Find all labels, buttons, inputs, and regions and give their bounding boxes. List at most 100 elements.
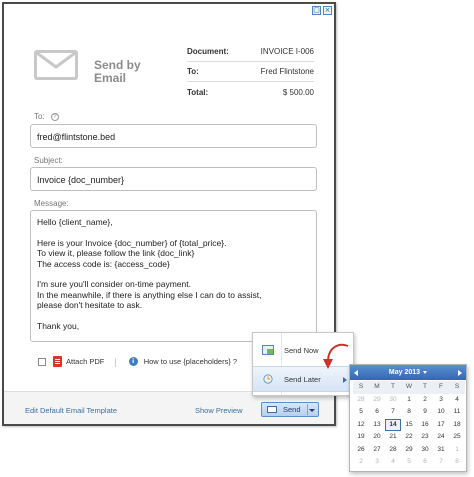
calendar-day[interactable]: 21 — [385, 431, 401, 444]
document-summary: Document: INVOICE I-006 To: Fred Flintst… — [187, 42, 314, 102]
calendar-day[interactable]: 29 — [401, 444, 417, 457]
message-body: Here is your Invoice {doc_number} of {to… — [37, 237, 227, 269]
subject-field[interactable]: Invoice {doc_number} — [30, 167, 317, 191]
calendar-day[interactable]: 4 — [385, 456, 401, 469]
calendar-header: May 2013 — [350, 365, 466, 380]
attach-pdf-label[interactable]: Attach PDF — [66, 357, 104, 366]
envelope-icon — [34, 50, 78, 80]
send-button[interactable]: Send — [261, 402, 319, 417]
weekday-header: F — [433, 381, 449, 394]
calendar-day[interactable]: 28 — [385, 444, 401, 457]
doc-key: Document: — [187, 47, 229, 56]
calendar-day[interactable]: 2 — [417, 394, 433, 407]
close-icon[interactable]: × — [323, 6, 332, 15]
message-field[interactable]: Hello {client_name}, Here is your Invoic… — [30, 210, 317, 342]
separator: | — [114, 356, 117, 367]
calendar-day[interactable]: 3 — [369, 456, 385, 469]
calendar-day[interactable]: 30 — [417, 444, 433, 457]
message-closing: I'm sure you'll consider on-time payment… — [37, 279, 262, 310]
calendar-day[interactable]: 1 — [401, 394, 417, 407]
calendar-day[interactable]: 26 — [353, 444, 369, 457]
calendar-day[interactable]: 5 — [353, 406, 369, 419]
to-label-text: To: — [34, 112, 45, 121]
next-month-icon[interactable] — [457, 369, 462, 376]
calendar-day[interactable]: 15 — [401, 419, 417, 432]
calendar-day[interactable]: 20 — [369, 431, 385, 444]
calendar-grid: S M T W T F S 28 29 30 1 2 3 4 5 6 7 8 9 10 11 12 13 14 15 16 17 18… — [350, 380, 466, 469]
doc-key: To: — [187, 67, 199, 76]
calendar-day[interactable]: 6 — [417, 456, 433, 469]
window-controls: ▢ × — [312, 6, 332, 15]
doc-value: INVOICE I-006 — [260, 47, 314, 56]
options-row: Attach PDF | i How to use {placeholders}… — [38, 356, 237, 367]
calendar-day[interactable]: 22 — [401, 431, 417, 444]
calendar-day[interactable]: 17 — [433, 419, 449, 432]
calendar-day[interactable]: 4 — [449, 394, 465, 407]
calendar-day[interactable]: 1 — [449, 444, 465, 457]
weekday-header: T — [385, 381, 401, 394]
calendar-day[interactable]: 8 — [449, 456, 465, 469]
pdf-icon — [53, 356, 62, 367]
calendar-day[interactable]: 11 — [449, 406, 465, 419]
calendar-day[interactable]: 28 — [353, 394, 369, 407]
month-label: May 2013 — [388, 369, 421, 376]
doc-row-total: Total: $ 500.00 — [187, 82, 314, 102]
month-selector[interactable]: May 2013 — [388, 369, 428, 376]
calendar-day[interactable]: 23 — [417, 431, 433, 444]
show-preview-link[interactable]: Show Preview — [195, 406, 243, 415]
calendar-day[interactable]: 16 — [417, 419, 433, 432]
message-greeting: Hello {client_name}, — [37, 217, 113, 227]
weekday-header: T — [417, 381, 433, 394]
calendar-day[interactable]: 8 — [401, 406, 417, 419]
calendar-day[interactable]: 7 — [433, 456, 449, 469]
message-label: Message: — [34, 199, 69, 208]
weekday-header: S — [449, 381, 465, 394]
doc-row-to: To: Fred Flintstone — [187, 62, 314, 82]
calendar-day[interactable]: 30 — [385, 394, 401, 407]
info-icon: i — [128, 357, 138, 366]
calendar-day[interactable]: 5 — [401, 456, 417, 469]
chevron-down-icon — [423, 370, 428, 374]
calendar-day[interactable]: 6 — [369, 406, 385, 419]
calendar-day[interactable]: 14 — [385, 418, 401, 431]
calendar-day[interactable]: 27 — [369, 444, 385, 457]
message-signoff: Thank you, — [37, 320, 80, 331]
calendar-day[interactable]: 31 — [433, 444, 449, 457]
clock-icon — [263, 374, 273, 384]
calendar-day[interactable]: 18 — [449, 419, 465, 432]
edit-template-link[interactable]: Edit Default Email Template — [25, 406, 117, 415]
weekday-header: S — [353, 381, 369, 394]
mail-icon — [267, 406, 277, 413]
calendar-day[interactable]: 29 — [369, 394, 385, 407]
calendar-day[interactable]: 13 — [369, 419, 385, 432]
calendar-day[interactable]: 12 — [353, 419, 369, 432]
doc-value: $ 500.00 — [282, 87, 314, 97]
calendar-day[interactable]: 19 — [353, 431, 369, 444]
weekday-header: W — [401, 381, 417, 394]
calendar-day[interactable]: 10 — [433, 406, 449, 419]
calendar-day[interactable]: 7 — [385, 406, 401, 419]
attach-pdf-checkbox[interactable] — [38, 357, 46, 366]
doc-value: Fred Flintstone — [260, 67, 314, 76]
help-icon[interactable]: ? — [50, 112, 59, 121]
placeholders-help-link[interactable]: How to use {placeholders} ? — [144, 357, 237, 366]
restore-icon[interactable]: ▢ — [312, 6, 321, 15]
prev-month-icon[interactable] — [354, 369, 358, 376]
send-now-icon — [262, 345, 274, 355]
send-label: Send — [283, 405, 301, 414]
calendar-day[interactable]: 24 — [433, 431, 449, 444]
chevron-down-icon[interactable] — [309, 409, 315, 412]
calendar-day[interactable]: 3 — [433, 394, 449, 407]
calendar-day[interactable]: 2 — [353, 456, 369, 469]
doc-row-document: Document: INVOICE I-006 — [187, 42, 314, 62]
date-picker: May 2013 S M T W T F S 28 29 30 1 2 3 4 5 6 7 8 9 10 11 12 13 1… — [349, 364, 467, 472]
doc-key: Total: — [187, 87, 209, 97]
to-field[interactable]: fred@flintstone.bed — [30, 124, 317, 148]
dialog-title: Send by Email — [94, 58, 141, 85]
subject-label: Subject: — [34, 156, 63, 165]
to-label: To: ? — [34, 112, 59, 121]
calendar-day[interactable]: 25 — [449, 431, 465, 444]
split-divider — [307, 404, 308, 415]
calendar-day[interactable]: 9 — [417, 406, 433, 419]
weekday-header: M — [369, 381, 385, 394]
